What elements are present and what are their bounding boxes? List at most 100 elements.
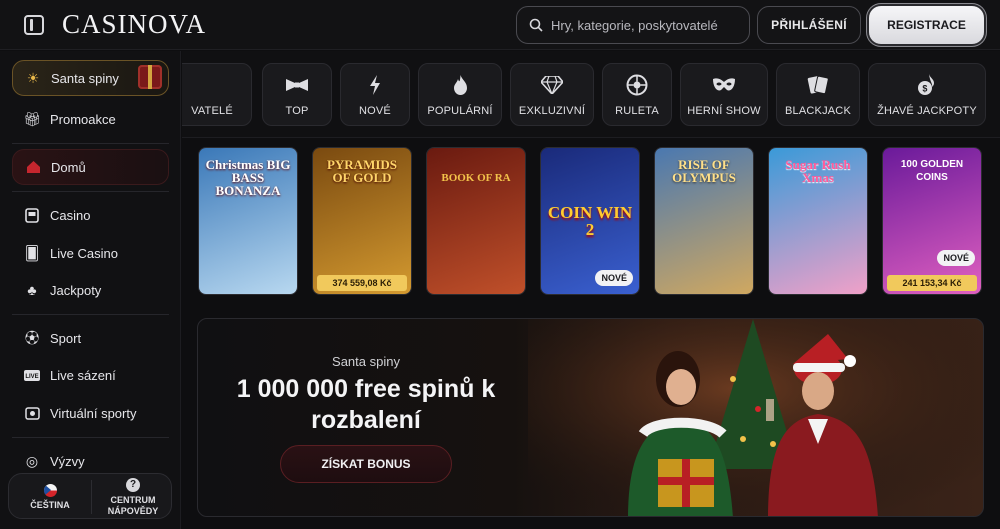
game-artwork bbox=[427, 148, 525, 294]
category-nove[interactable]: NOVÉ bbox=[340, 63, 410, 126]
sidebar-item-virtualni-sporty[interactable]: Virtuální sporty bbox=[12, 395, 169, 431]
sidebar-item-santa-spiny[interactable]: ☀ Santa spiny bbox=[12, 60, 169, 96]
logo[interactable]: CASINOVA bbox=[62, 9, 206, 40]
hot-coin-icon: $ bbox=[917, 73, 937, 97]
divider bbox=[12, 143, 169, 144]
game-tile[interactable]: PYRAMIDS OF GOLD 374 559,08 Kč bbox=[312, 147, 412, 295]
help-label-line2: NÁPOVĚDY bbox=[107, 505, 159, 516]
sidebar-item-label: Domů bbox=[51, 159, 86, 175]
game-tile[interactable]: RISE OF OLYMPUS bbox=[654, 147, 754, 295]
language-label: ČEŠTINA bbox=[30, 499, 70, 510]
search-icon bbox=[529, 18, 543, 32]
promo-subtitle: Santa spiny bbox=[332, 354, 400, 369]
game-title: COIN WIN 2 bbox=[547, 203, 633, 239]
category-popularni[interactable]: POPULÁRNÍ bbox=[418, 63, 502, 126]
game-title: PYRAMIDS OF GOLD bbox=[326, 157, 398, 185]
promo-banner[interactable]: Santa spiny 1 000 000 free spinů k rozba… bbox=[197, 318, 984, 517]
game-title: Christmas BIG BASS BONANZA bbox=[205, 157, 291, 198]
bowtie-icon bbox=[286, 73, 308, 97]
sidebar-item-promoakce[interactable]: 🎁︎ Promoakce bbox=[12, 101, 169, 137]
promo-illustration bbox=[528, 319, 983, 516]
category-label: ŽHAVÉ JACKPOTY bbox=[877, 104, 977, 117]
virtual-sport-icon bbox=[24, 405, 40, 421]
login-button[interactable]: PŘIHLÁŠENÍ bbox=[757, 6, 861, 44]
game-title: RISE OF OLYMPUS bbox=[672, 157, 736, 185]
top-bar: CASINOVA PŘIHLÁŠENÍ REGISTRACE bbox=[0, 0, 1000, 50]
category-label: VATELÉ bbox=[191, 104, 233, 117]
game-title: BOOK OF RA bbox=[441, 172, 511, 184]
gift-icon: 🎁︎ bbox=[23, 110, 41, 127]
sidebar-item-label: Promoakce bbox=[50, 111, 116, 127]
sidebar-item-sport[interactable]: ⚽︎ Sport bbox=[12, 320, 169, 356]
promo-headline: 1 000 000 free spinů k rozbalení bbox=[236, 375, 496, 434]
target-icon: ◎ bbox=[25, 452, 39, 469]
sidebar-item-live-sazeni[interactable]: LIVE Live sázení bbox=[12, 357, 169, 393]
language-selector[interactable]: ČEŠTINA bbox=[9, 474, 91, 520]
slot-machine-icon bbox=[24, 207, 40, 223]
category-zhave-jackpoty[interactable]: $ ŽHAVÉ JACKPOTY bbox=[868, 63, 986, 126]
sidebar-item-label: Výzvy bbox=[50, 453, 85, 469]
category-top[interactable]: TOP bbox=[262, 63, 332, 126]
search-input[interactable] bbox=[551, 17, 741, 33]
game-tile[interactable]: 100 GOLDEN COINS NOVÉ 241 153,34 Kč bbox=[882, 147, 982, 295]
sidebar-item-label: Sport bbox=[50, 330, 82, 346]
cards-icon bbox=[807, 73, 829, 97]
category-label: EXKLUZIVNÍ bbox=[518, 104, 586, 117]
sidebar-item-label: Virtuální sporty bbox=[50, 405, 137, 421]
help-label-line1: CENTRUM bbox=[110, 494, 156, 505]
game-tile[interactable]: Sugar Rush Xmas bbox=[768, 147, 868, 295]
category-label: HERNÍ SHOW bbox=[687, 104, 761, 117]
game-title: 100 GOLDEN COINS bbox=[900, 159, 964, 183]
category-providers[interactable]: VATELÉ bbox=[182, 63, 252, 126]
category-label: TOP bbox=[285, 104, 309, 117]
sidebar-item-label: Live sázení bbox=[50, 367, 116, 383]
sidebar-item-label: Casino bbox=[50, 207, 91, 223]
clover-icon: ♣ bbox=[27, 282, 37, 298]
game-carousel: Christmas BIG BASS BONANZA PYRAMIDS OF G… bbox=[182, 139, 1000, 309]
sidebar-item-label: Jackpoty bbox=[50, 282, 102, 298]
roulette-icon bbox=[626, 73, 648, 97]
search-box[interactable] bbox=[516, 6, 750, 44]
game-tile[interactable]: COIN WIN 2 NOVÉ bbox=[540, 147, 640, 295]
get-bonus-button[interactable]: ZÍSKAT BONUS bbox=[280, 445, 452, 483]
category-label: POPULÁRNÍ bbox=[427, 104, 493, 117]
category-exkluzivni[interactable]: EXKLUZIVNÍ bbox=[510, 63, 594, 126]
category-label: NOVÉ bbox=[359, 104, 391, 117]
jackpot-amount: 374 559,08 Kč bbox=[317, 275, 407, 291]
divider bbox=[12, 314, 169, 315]
sidebar: ☀ Santa spiny 🎁︎ Promoakce Domů Casino 🂠… bbox=[0, 51, 181, 529]
live-badge-icon: LIVE bbox=[24, 367, 40, 383]
svg-text:LIVE: LIVE bbox=[25, 374, 38, 380]
new-badge: NOVÉ bbox=[595, 270, 633, 286]
flame-icon bbox=[453, 73, 468, 97]
mask-icon bbox=[712, 73, 736, 97]
sidebar-item-jackpoty[interactable]: ♣ Jackpoty bbox=[12, 272, 169, 308]
soccer-ball-icon: ⚽︎ bbox=[25, 330, 39, 346]
help-center-button[interactable]: ? CENTRUM NÁPOVĚDY bbox=[92, 474, 174, 520]
category-ruleta[interactable]: RULETA bbox=[602, 63, 672, 126]
jackpot-amount: 241 153,34 Kč bbox=[887, 275, 977, 291]
register-button[interactable]: REGISTRACE bbox=[869, 6, 984, 44]
game-tile[interactable]: BOOK OF RA bbox=[426, 147, 526, 295]
sidebar-toggle-icon[interactable] bbox=[24, 15, 44, 35]
game-tile[interactable]: Christmas BIG BASS BONANZA bbox=[198, 147, 298, 295]
sidebar-item-live-casino[interactable]: 🂠 Live Casino bbox=[12, 235, 169, 271]
sidebar-item-domu[interactable]: Domů bbox=[12, 149, 169, 185]
sun-icon: ☀ bbox=[26, 69, 40, 86]
svg-text:$: $ bbox=[922, 83, 927, 93]
category-bar: VATELÉ TOP NOVÉ POPULÁRNÍ EXKLUZIVNÍ RUL… bbox=[182, 51, 1000, 138]
category-blackjack[interactable]: BLACKJACK bbox=[776, 63, 860, 126]
live-cards-icon: 🂠 bbox=[24, 244, 40, 261]
divider bbox=[12, 437, 169, 438]
home-icon bbox=[25, 159, 41, 175]
game-title: Sugar Rush Xmas bbox=[785, 157, 851, 185]
czech-flag-icon bbox=[43, 483, 57, 497]
divider bbox=[12, 191, 169, 192]
new-badge: NOVÉ bbox=[937, 250, 975, 266]
gift-box-icon bbox=[138, 65, 162, 89]
footer-controls: ČEŠTINA ? CENTRUM NÁPOVĚDY bbox=[8, 473, 172, 519]
category-label: RULETA bbox=[615, 104, 659, 117]
category-herni-show[interactable]: HERNÍ SHOW bbox=[680, 63, 768, 126]
sidebar-item-label: Santa spiny bbox=[51, 70, 119, 86]
sidebar-item-casino[interactable]: Casino bbox=[12, 197, 169, 233]
